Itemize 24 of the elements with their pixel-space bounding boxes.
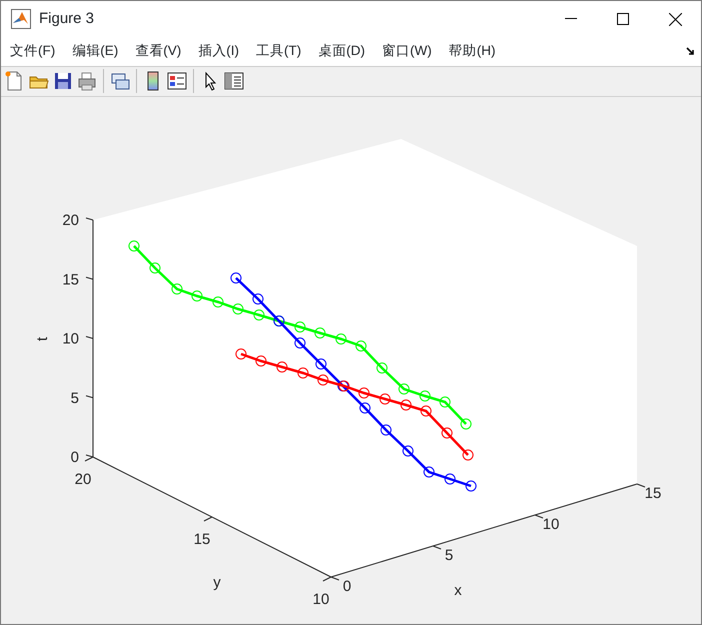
menu-item[interactable]: 工具(T) <box>256 41 302 62</box>
menu-item[interactable]: 查看(V) <box>135 41 182 62</box>
tick-label: 5 <box>444 547 454 564</box>
tick-label: 15 <box>194 531 210 548</box>
tick-label: 15 <box>62 271 79 288</box>
tick-label: 20 <box>74 471 92 488</box>
menu-item[interactable]: 帮助(H) <box>448 41 496 62</box>
menu-item[interactable]: 文件(F) <box>10 41 56 62</box>
tick-label: 5 <box>70 390 79 407</box>
tick-label: 10 <box>542 516 560 533</box>
menu-item[interactable]: 桌面(D) <box>318 41 365 62</box>
tick-label: 10 <box>312 591 330 608</box>
tick-label: 10 <box>62 330 79 348</box>
menu-item[interactable]: 编辑(E) <box>72 41 118 62</box>
menu-item[interactable]: 插入(I) <box>198 41 239 62</box>
tick-label: 0 <box>342 578 352 595</box>
window-title: Figure 3 <box>39 8 94 29</box>
tick-label: 15 <box>644 485 662 502</box>
axis-label: x <box>454 582 462 599</box>
axis-label: t <box>34 336 51 342</box>
axis-label: y <box>213 574 221 591</box>
menu-item[interactable]: 窗口(W) <box>382 41 432 62</box>
tick-label: 20 <box>62 212 79 229</box>
tick-label: 0 <box>70 449 79 466</box>
